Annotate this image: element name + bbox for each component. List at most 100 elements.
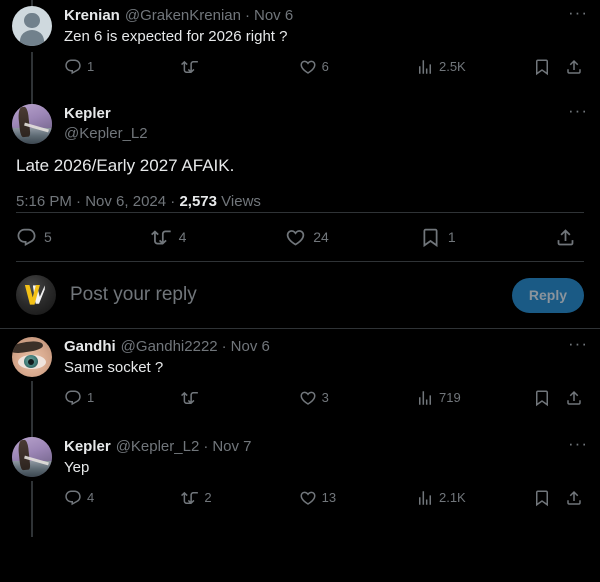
views-action[interactable]: 2.5K bbox=[416, 58, 533, 76]
reply-count: 5 bbox=[44, 229, 52, 245]
reply-gutter bbox=[12, 429, 52, 537]
share-icon bbox=[565, 489, 583, 507]
share-action[interactable] bbox=[555, 227, 584, 248]
reply-text: Yep bbox=[64, 459, 90, 476]
share-icon bbox=[565, 389, 583, 407]
views-action[interactable]: 719 bbox=[416, 389, 533, 407]
tweet-thread-page: Krenian @GrakenKrenian · Nov 6 ··· Zen 6… bbox=[0, 0, 600, 582]
header-separator: · bbox=[244, 7, 250, 24]
author-name[interactable]: Krenian bbox=[64, 6, 120, 26]
author-handle[interactable]: @GrakenKrenian bbox=[125, 6, 241, 26]
focused-action-bar: 5 4 24 1 bbox=[0, 213, 600, 261]
avatar-current-user[interactable] bbox=[16, 275, 56, 315]
reply-text: Same socket ? bbox=[64, 359, 164, 376]
reply-action[interactable]: 5 bbox=[16, 227, 151, 248]
reply-action-bar: 4 2 13 2.1K bbox=[64, 482, 588, 514]
retweet-icon bbox=[181, 489, 199, 507]
heart-icon bbox=[299, 58, 317, 76]
header-separator: · bbox=[203, 438, 209, 455]
like-action[interactable]: 3 bbox=[299, 389, 416, 407]
views-count: 2.1K bbox=[438, 490, 466, 505]
views-number: 2,573 bbox=[179, 193, 217, 210]
reply-gandhi[interactable]: Gandhi @Gandhi2222 · Nov 6 ··· Same sock… bbox=[0, 329, 600, 441]
focused-tweet-text: Late 2026/Early 2027 AFAIK. bbox=[16, 156, 235, 175]
bookmark-action[interactable]: 1 bbox=[420, 227, 555, 248]
meta-separator-2: · bbox=[170, 193, 176, 210]
tweet-full-date: Nov 6, 2024 bbox=[85, 193, 167, 210]
focused-tweet-gutter bbox=[12, 94, 52, 144]
reply-icon bbox=[64, 58, 82, 76]
views-label: Views bbox=[221, 193, 261, 210]
tweet-date[interactable]: Nov 6 bbox=[254, 6, 293, 26]
avatar-head-shape bbox=[24, 13, 40, 29]
reply-action[interactable]: 1 bbox=[64, 389, 181, 407]
share-icon bbox=[565, 58, 583, 76]
views-count: 2.5K bbox=[438, 59, 466, 74]
header-separator: · bbox=[221, 338, 227, 355]
reply-header: Gandhi @Gandhi2222 · Nov 6 bbox=[64, 337, 588, 357]
tweet-date[interactable]: Nov 6 bbox=[231, 337, 270, 357]
bookmark-icon bbox=[533, 489, 551, 507]
tweet-action-bar: 1 6 2.5K bbox=[64, 51, 588, 83]
like-count: 24 bbox=[313, 229, 329, 245]
focused-author-handle[interactable]: @Kepler_L2 bbox=[64, 124, 588, 144]
retweet-action[interactable]: 2 bbox=[181, 489, 298, 507]
share-action[interactable] bbox=[565, 389, 588, 407]
retweet-icon bbox=[181, 389, 199, 407]
focused-author-name[interactable]: Kepler bbox=[64, 105, 111, 122]
author-name[interactable]: Kepler bbox=[64, 437, 111, 457]
retweet-action[interactable]: 4 bbox=[150, 227, 286, 248]
more-options-icon[interactable]: ··· bbox=[560, 435, 588, 457]
focused-tweet-meta: 5:16 PM · Nov 6, 2024 · 2,573 Views bbox=[16, 192, 584, 212]
tweet-parent[interactable]: Krenian @GrakenKrenian · Nov 6 ··· Zen 6… bbox=[0, 0, 600, 110]
retweet-icon bbox=[150, 229, 171, 245]
reply-body: Gandhi @Gandhi2222 · Nov 6 ··· Same sock… bbox=[64, 335, 588, 429]
like-count: 3 bbox=[321, 390, 329, 405]
author-handle[interactable]: @Kepler_L2 bbox=[116, 437, 200, 457]
views-action[interactable]: 2.1K bbox=[416, 489, 533, 507]
retweet-action[interactable] bbox=[181, 389, 298, 407]
like-count: 13 bbox=[321, 490, 337, 505]
retweet-icon bbox=[181, 58, 199, 76]
bookmark-icon bbox=[423, 228, 438, 247]
reply-action[interactable]: 1 bbox=[64, 58, 181, 76]
retweet-action[interactable] bbox=[181, 58, 298, 76]
views-count: 719 bbox=[438, 390, 461, 405]
tweet-gutter bbox=[12, 0, 52, 110]
like-action[interactable]: 6 bbox=[299, 58, 416, 76]
more-options-icon[interactable]: ··· bbox=[560, 335, 588, 357]
reply-icon bbox=[64, 489, 82, 507]
like-action[interactable]: 24 bbox=[285, 227, 420, 248]
more-options-icon[interactable]: ··· bbox=[560, 102, 588, 124]
author-name[interactable]: Gandhi bbox=[64, 337, 116, 357]
share-action[interactable] bbox=[565, 489, 588, 507]
retweet-count: 2 bbox=[204, 490, 212, 505]
reply-kepler[interactable]: Kepler @Kepler_L2 · Nov 7 ··· Yep 4 2 13… bbox=[0, 429, 600, 537]
tweet-body: Krenian @GrakenKrenian · Nov 6 ··· Zen 6… bbox=[64, 4, 588, 100]
bookmark-action[interactable] bbox=[533, 58, 565, 76]
reply-composer[interactable]: Post your reply Reply bbox=[0, 262, 600, 328]
retweet-count: 4 bbox=[178, 229, 187, 245]
reply-action[interactable]: 4 bbox=[64, 489, 181, 507]
more-options-icon[interactable]: ··· bbox=[560, 4, 588, 26]
reply-button[interactable]: Reply bbox=[511, 277, 584, 313]
tweet-focused[interactable]: Kepler @Kepler_L2 ··· Late 2026/Early 20… bbox=[0, 94, 600, 262]
share-action[interactable] bbox=[565, 58, 588, 76]
tweet-date[interactable]: Nov 7 bbox=[212, 437, 251, 457]
bookmark-count: 1 bbox=[447, 229, 456, 245]
bookmark-action[interactable] bbox=[533, 389, 565, 407]
like-count: 6 bbox=[321, 59, 329, 74]
views-bar-chart-icon bbox=[416, 58, 434, 76]
reply-body: Kepler @Kepler_L2 · Nov 7 ··· Yep 4 2 13… bbox=[64, 435, 588, 527]
author-handle[interactable]: @Gandhi2222 bbox=[121, 337, 218, 357]
focused-tweet-header-row: Kepler @Kepler_L2 ··· bbox=[0, 94, 600, 144]
reply-input[interactable]: Post your reply bbox=[70, 283, 512, 307]
avatar-gandhi[interactable] bbox=[12, 337, 52, 377]
avatar-kepler[interactable] bbox=[12, 104, 52, 144]
meta-separator-1: · bbox=[76, 193, 82, 210]
like-action[interactable]: 13 bbox=[299, 489, 416, 507]
avatar-kepler[interactable] bbox=[12, 437, 52, 477]
thread-line-below bbox=[31, 481, 33, 537]
bookmark-action[interactable] bbox=[533, 489, 565, 507]
avatar-krenian[interactable] bbox=[12, 6, 52, 46]
